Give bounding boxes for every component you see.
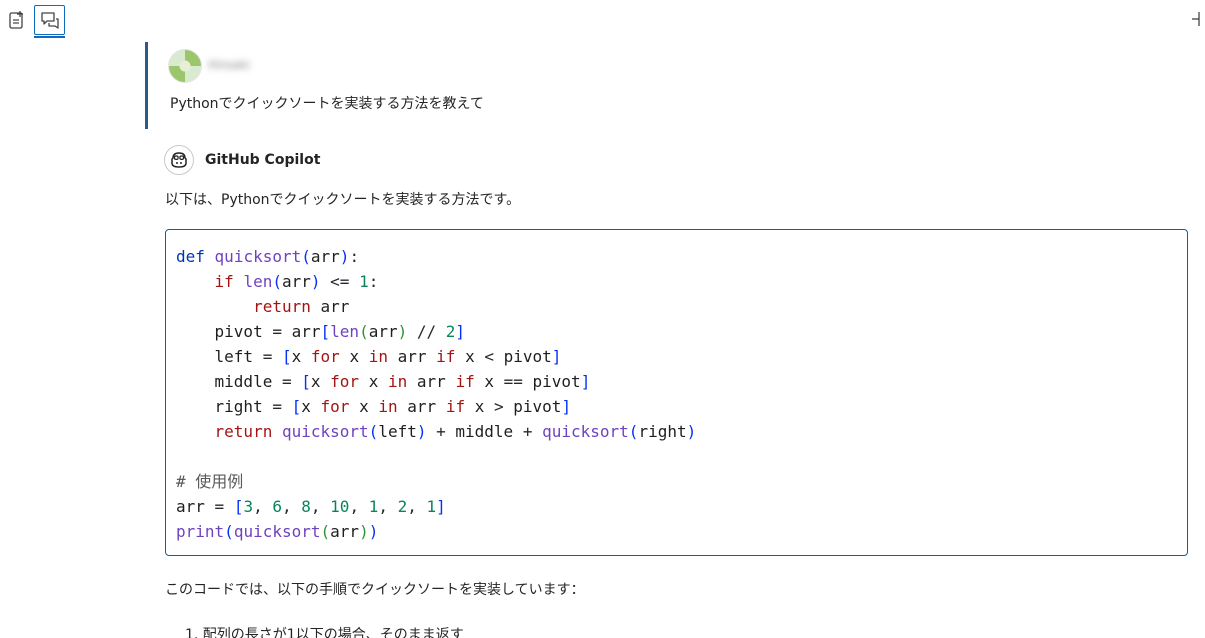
code-line: pivot = arr[len(arr) // 2]: [214, 322, 466, 341]
code-line: return quicksort(left) + middle + quicks…: [214, 422, 697, 441]
copilot-icon: [164, 145, 194, 175]
code-line: middle = [x for x in arr if x == pivot]: [214, 372, 591, 391]
code-line: return arr: [253, 297, 350, 316]
code-line: left = [x for x in arr if x < pivot]: [214, 347, 562, 366]
copilot-chat-panel: Hiroaki Pythonでクイックソートを実装する方法を教えて GitHub…: [0, 0, 1205, 638]
code-line: ​: [176, 444, 696, 469]
code-content: def quicksort(arr): if len(arr) <= 1: re…: [176, 244, 696, 544]
new-chat-icon[interactable]: [6, 8, 28, 32]
assistant-name: GitHub Copilot: [205, 152, 321, 168]
code-line: if len(arr) <= 1:: [214, 272, 379, 291]
pin-icon[interactable]: [1190, 10, 1204, 28]
assistant-intro-text: 以下は、Pythonでクイックソートを実装する方法です。: [165, 192, 521, 208]
assistant-followup-text: このコードでは、以下の手順でクイックソートを実装しています：: [165, 582, 585, 598]
user-message-text: Pythonでクイックソートを実装する方法を教えて: [170, 96, 484, 112]
user-message: Hiroaki Pythonでクイックソートを実装する方法を教えて: [145, 42, 1188, 129]
avatar: [168, 49, 202, 83]
active-tab-indicator: [34, 36, 65, 38]
code-line: print(quicksort(arr)): [176, 522, 379, 541]
code-line: def quicksort(arr):: [176, 247, 360, 266]
code-block[interactable]: def quicksort(arr): if len(arr) <= 1: re…: [165, 229, 1188, 556]
code-line: right = [x for x in arr if x > pivot]: [214, 397, 572, 416]
code-line: arr = [3, 6, 8, 10, 1, 2, 1]: [176, 497, 446, 516]
chat-icon[interactable]: [34, 5, 65, 35]
list-item: 1. 配列の長さが1以下の場合、そのまま返す: [185, 627, 464, 638]
code-line: # 使用例: [176, 472, 244, 491]
user-name: Hiroaki: [208, 58, 251, 72]
